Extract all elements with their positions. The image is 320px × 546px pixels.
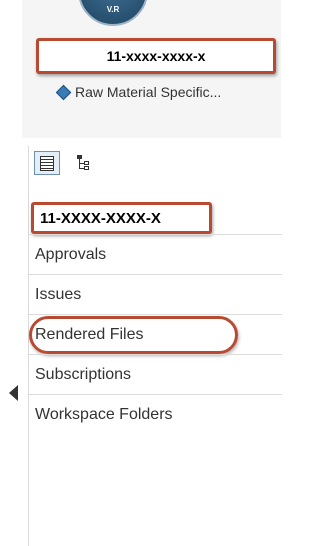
object-type-label: Raw Material Specific... xyxy=(75,84,222,100)
view-toolbar xyxy=(34,149,96,177)
nav-item-subscriptions[interactable]: Subscriptions xyxy=(29,354,282,394)
collapse-panel-arrow-icon[interactable] xyxy=(9,385,18,401)
object-id-title: 11-xxxx-xxxx-x xyxy=(36,38,276,74)
nav-item-workspace-folders[interactable]: Workspace Folders xyxy=(29,394,282,434)
tree-view-button[interactable] xyxy=(70,151,96,175)
relations-list: Approvals Issues Rendered Files Subscrip… xyxy=(29,234,282,434)
list-view-button[interactable] xyxy=(34,151,60,175)
nav-item-approvals[interactable]: Approvals xyxy=(29,234,282,274)
nav-item-label: Subscriptions xyxy=(35,365,132,383)
annotation-highlight xyxy=(29,316,238,354)
selected-object-id: 11-XXXX-XXXX-X xyxy=(31,202,212,234)
object-type-icon xyxy=(56,84,72,100)
side-panel: 11-XXXX-XXXX-X Approvals Issues Rendered… xyxy=(28,146,282,546)
object-type-row: Raw Material Specific... xyxy=(56,82,281,102)
nav-item-issues[interactable]: Issues xyxy=(29,274,282,314)
tree-view-icon xyxy=(76,155,90,171)
logo-text: V.R xyxy=(106,5,120,14)
nav-item-label: Approvals xyxy=(35,245,107,263)
nav-item-rendered-files[interactable]: Rendered Files xyxy=(29,314,282,354)
nav-item-label: Issues xyxy=(35,285,82,303)
nav-item-label: Workspace Folders xyxy=(35,405,173,423)
list-view-icon xyxy=(40,155,54,171)
